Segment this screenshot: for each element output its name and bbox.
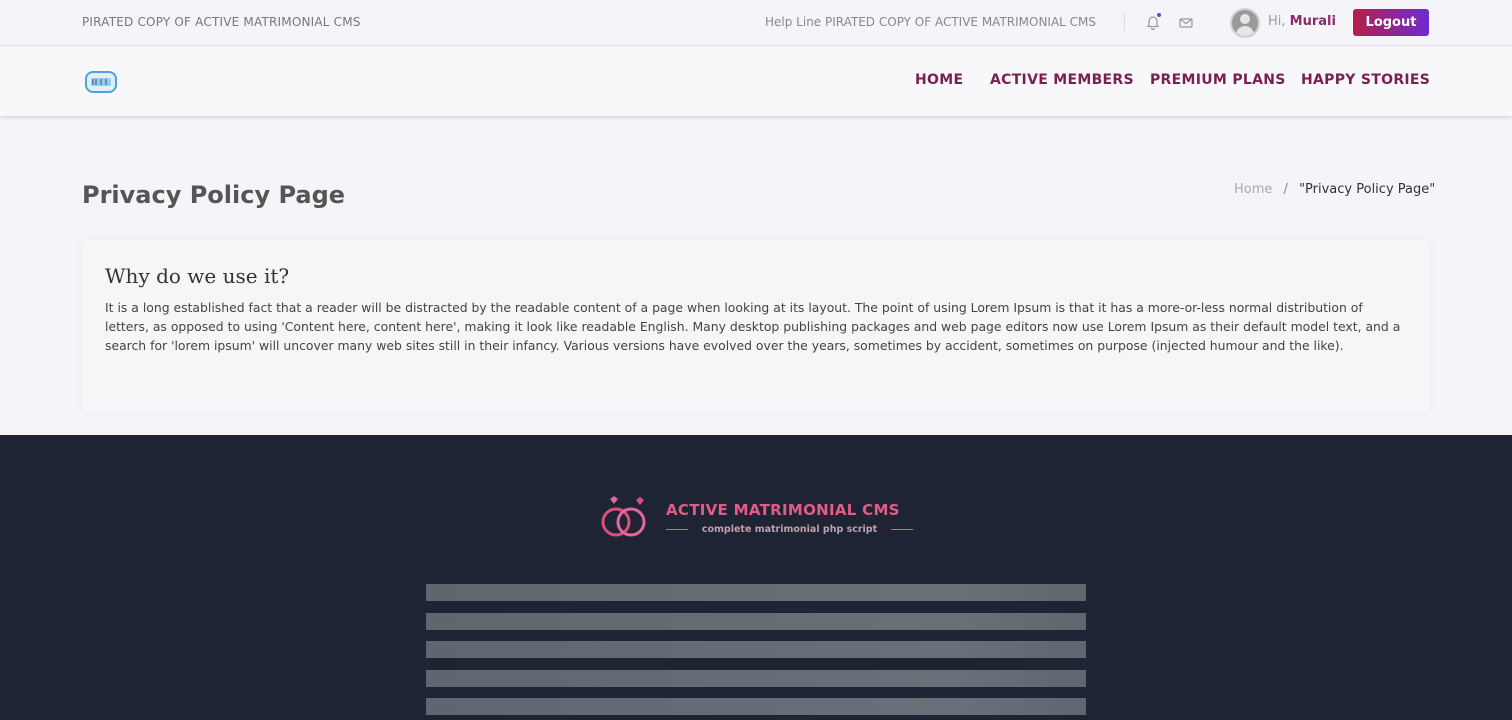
footer-subtitle-text: complete matrimonial php script	[701, 524, 878, 535]
footer-redacted-line	[426, 670, 1086, 687]
nav-premium-plans[interactable]: PREMIUM PLANS	[1150, 72, 1286, 88]
mail-icon[interactable]	[1179, 15, 1193, 29]
helpline-text: Help Line PIRATED COPY OF ACTIVE MATRIMO…	[765, 15, 1097, 29]
logout-button[interactable]: Logout	[1353, 9, 1429, 36]
greeting-prefix: Hi,	[1268, 14, 1286, 29]
breadcrumb-home-link[interactable]: Home	[1234, 182, 1272, 197]
top-utility-bar: PIRATED COPY OF ACTIVE MATRIMONIAL CMS H…	[0, 0, 1512, 46]
breadcrumb-separator: /	[1283, 182, 1288, 197]
avatar[interactable]	[1230, 8, 1260, 38]
content-heading: Why do we use it?	[105, 264, 290, 288]
divider	[666, 529, 688, 530]
user-name: Murali	[1289, 14, 1336, 29]
content-card: Why do we use it? It is a long establish…	[82, 240, 1430, 412]
footer-redacted-line	[426, 698, 1086, 715]
notification-dot	[1157, 13, 1161, 17]
rings-logo-icon[interactable]	[598, 495, 652, 539]
nav-active-members[interactable]: ACTIVE MEMBERS	[990, 72, 1134, 88]
footer-redacted-line	[426, 584, 1086, 601]
content-body: It is a long established fact that a rea…	[105, 300, 1401, 353]
nav-home[interactable]: HOME	[915, 72, 963, 88]
divider	[891, 529, 913, 530]
site-brand-text: PIRATED COPY OF ACTIVE MATRIMONIAL CMS	[82, 15, 361, 29]
site-footer: ACTIVE MATRIMONIAL CMS complete matrimon…	[0, 435, 1512, 720]
bell-icon[interactable]	[1145, 13, 1161, 31]
nav-happy-stories[interactable]: HAPPY STORIES	[1301, 72, 1430, 88]
user-greeting[interactable]: Hi, Murali	[1268, 14, 1336, 29]
footer-brand-title: ACTIVE MATRIMONIAL CMS	[666, 501, 900, 519]
footer-redacted-line	[426, 641, 1086, 658]
footer-brand-subtitle: complete matrimonial php script	[666, 524, 913, 535]
footer-redacted-line	[426, 613, 1086, 630]
breadcrumb: Home / "Privacy Policy Page"	[1234, 182, 1435, 197]
page-title: Privacy Policy Page	[82, 181, 346, 209]
divider	[1124, 13, 1125, 31]
site-logo[interactable]	[84, 69, 118, 95]
main-navbar: HOME ACTIVE MEMBERS PREMIUM PLANS HAPPY …	[0, 47, 1512, 116]
breadcrumb-current: "Privacy Policy Page"	[1299, 182, 1436, 197]
